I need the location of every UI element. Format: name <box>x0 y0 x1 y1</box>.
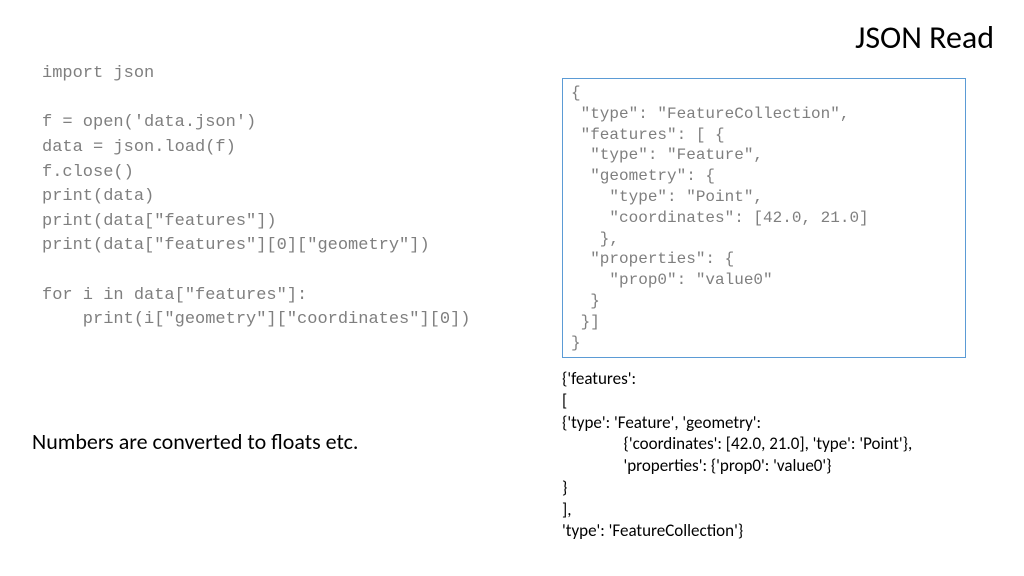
python-code-block: import json f = open('data.json') data =… <box>42 62 470 333</box>
slide-title: JSON Read <box>855 18 994 57</box>
note-text: Numbers are converted to floats etc. <box>32 428 358 455</box>
python-output-block: {'features': [ {'type': 'Feature', 'geom… <box>562 368 912 542</box>
json-content-box: { "type": "FeatureCollection", "features… <box>562 78 966 358</box>
